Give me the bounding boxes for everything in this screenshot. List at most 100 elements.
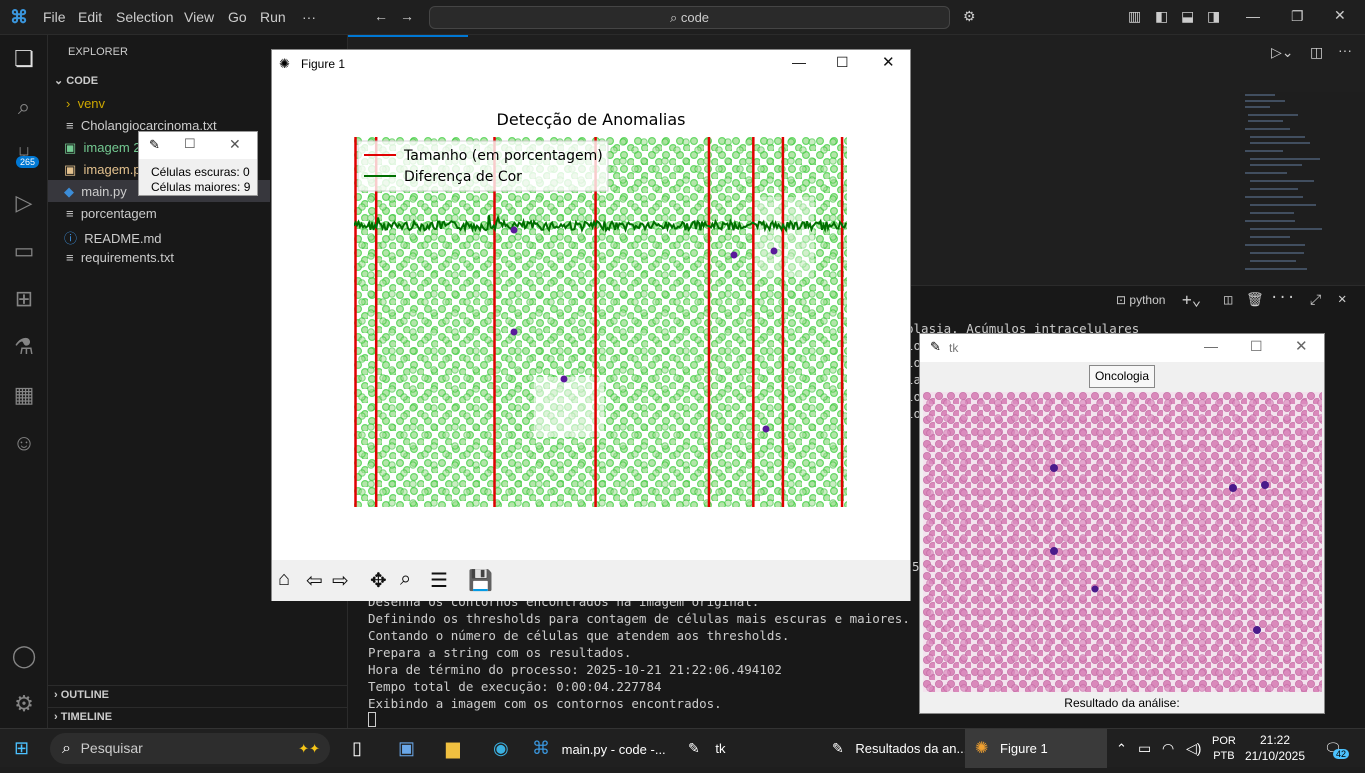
tree-item-imagem-2[interactable]: ▣ imagem 2 — [64, 140, 141, 156]
menu-file[interactable]: File — [43, 9, 66, 25]
dark-cell-marker — [560, 375, 568, 383]
kill-terminal-icon[interactable]: 🗑 — [1246, 292, 1264, 308]
extensions-icon[interactable]: ⊞ — [10, 285, 38, 313]
clock[interactable]: 21:22 21/10/2025 — [1244, 732, 1306, 771]
maximize-icon[interactable]: ☐ — [836, 54, 849, 71]
toggle-sidebar-icon[interactable]: ◧ — [1155, 8, 1168, 25]
containers-icon[interactable]: ▦ — [10, 381, 38, 409]
remote-desktop-icon[interactable]: ▣ — [398, 729, 415, 768]
tree-item-requirements[interactable]: ≡ requirements.txt — [66, 250, 174, 265]
back-arrow-icon[interactable]: ← — [374, 8, 388, 24]
explorer-icon[interactable]: ❏ — [10, 45, 38, 73]
editor-tab[interactable] — [348, 35, 468, 49]
home-icon[interactable]: ⌂ — [278, 568, 290, 591]
oncologia-button[interactable]: Oncologia — [1089, 365, 1155, 388]
testing-icon[interactable]: ⚗ — [10, 333, 38, 361]
dark-cells-label: Células escuras: 0 — [151, 165, 250, 179]
new-terminal-icon[interactable]: +⌄ — [1182, 290, 1201, 309]
maximize-panel-icon[interactable]: ⤢ — [1310, 292, 1321, 308]
close-icon[interactable]: ✕ — [882, 53, 895, 71]
taskbar-app-vscode[interactable]: ⌘ main.py - code -... — [532, 729, 672, 768]
command-center-search[interactable]: ⌕ code — [429, 6, 950, 29]
tree-item-main-py[interactable]: ◆ main.py — [64, 184, 127, 200]
menu-more[interactable]: ··· — [302, 9, 316, 25]
chart-plot-area[interactable]: Tamanho (em porcentagem) Diferença de Co… — [354, 137, 847, 507]
terminal-cursor[interactable] — [368, 712, 376, 727]
tree-item-venv[interactable]: › venv — [66, 96, 105, 111]
edge-icon[interactable]: ◉ — [493, 729, 509, 768]
toggle-panel-icon[interactable]: ⬓ — [1181, 8, 1194, 25]
windows-start-icon[interactable]: ⊞ — [14, 729, 29, 768]
timeline-section[interactable]: › TIMELINE — [54, 711, 112, 723]
toggle-secondary-sidebar-icon[interactable]: ◨ — [1207, 8, 1220, 25]
blank-region — [534, 377, 604, 437]
run-icon[interactable]: ▷⌄ — [1271, 44, 1294, 61]
forward-arrow-icon[interactable]: → — [400, 8, 414, 24]
restore-icon[interactable]: ❐ — [1291, 8, 1304, 25]
split-terminal-icon[interactable]: ◫ — [1224, 292, 1232, 308]
menu-selection[interactable]: Selection — [116, 9, 174, 25]
close-panel-icon[interactable]: ✕ — [1338, 291, 1346, 307]
copilot-icon[interactable]: ⚙ — [963, 8, 976, 25]
chart-title: Detecção de Anomalias — [496, 110, 686, 129]
menu-edit[interactable]: Edit — [78, 9, 102, 25]
larger-cells-label: Células maiores: 9 — [151, 180, 251, 194]
close-icon[interactable]: ✕ — [1334, 7, 1346, 24]
remote-explorer-icon[interactable]: ▭ — [10, 237, 38, 265]
battery-icon[interactable]: ▭ — [1138, 729, 1151, 768]
minimize-icon[interactable]: — — [792, 54, 806, 70]
matplotlib-toolbar: ⌂ ⇦ ⇨ ✥ ⌕ ☰ 💾 — [272, 560, 910, 601]
copilot-chat-icon[interactable]: ☺ — [10, 429, 38, 457]
volume-icon[interactable]: ◁) — [1186, 729, 1201, 768]
zoom-icon[interactable]: ⌕ — [400, 568, 411, 591]
tk-title-bar: ✎ tk — ☐ ✕ — [920, 334, 1324, 362]
search-icon: ⌕ — [669, 10, 681, 25]
settings-gear-icon[interactable]: ⚙ — [10, 690, 38, 718]
forward-icon[interactable]: ⇨ — [332, 568, 349, 593]
taskbar-app-figure[interactable]: ✺ Figure 1 — [965, 729, 1107, 768]
terminal-tab-python[interactable]: ⊡ python — [1116, 293, 1165, 307]
terminal-more-icon[interactable]: ··· — [1270, 290, 1295, 306]
back-icon[interactable]: ⇦ — [306, 568, 323, 593]
taskbar-app-tk[interactable]: ✎ tk — [688, 729, 808, 768]
split-editor-icon[interactable]: ◫ — [1310, 44, 1323, 61]
terminal-line: Hora de término do processo: 2025-10-21 … — [368, 662, 782, 677]
folder-code[interactable]: ⌄ CODE — [54, 74, 98, 87]
tree-item-readme[interactable]: ⓘ README.md — [64, 228, 162, 247]
menu-run[interactable]: Run — [260, 9, 286, 25]
file-explorer-icon[interactable]: ▆ — [446, 729, 460, 768]
run-debug-icon[interactable]: ▷ — [10, 189, 38, 217]
minimize-icon[interactable]: — — [1204, 338, 1218, 354]
dark-cell-marker — [510, 226, 518, 234]
terminal-line: Prepara a string com os resultados. — [368, 645, 632, 660]
wifi-icon[interactable]: ◠ — [1162, 729, 1174, 768]
outline-section[interactable]: › OUTLINE — [54, 689, 109, 701]
minimap[interactable] — [1240, 92, 1365, 282]
account-icon[interactable]: ◯ — [10, 642, 38, 670]
taskbar-app-results[interactable]: ✎ Resultados da an... — [832, 729, 967, 768]
menu-go[interactable]: Go — [228, 9, 247, 25]
tree-item-porcentagem[interactable]: ≡ porcentagem — [66, 206, 157, 221]
dark-cell-marker — [730, 251, 738, 259]
save-icon[interactable]: 💾 — [468, 568, 493, 593]
close-icon[interactable]: ✕ — [1295, 337, 1308, 355]
menu-view[interactable]: View — [184, 9, 214, 25]
maximize-icon[interactable]: ☐ — [184, 136, 196, 152]
minimize-icon[interactable]: — — [1246, 8, 1260, 24]
legend-label-color: Diferença de Cor — [404, 169, 522, 185]
close-icon[interactable]: ✕ — [229, 136, 241, 153]
pan-icon[interactable]: ✥ — [370, 568, 387, 593]
tree-item-imagem[interactable]: ▣ imagem.p — [64, 162, 141, 178]
more-actions-icon[interactable]: ··· — [1338, 42, 1352, 58]
matplotlib-icon: ✺ — [279, 56, 290, 71]
taskbar-search[interactable]: ⌕ Pesquisar ✦✦ — [50, 733, 330, 764]
tk-window: ✎ tk — ☐ ✕ Oncologia Resultado da anális… — [919, 333, 1325, 714]
show-hidden-icons-icon[interactable]: ⌃ — [1116, 729, 1127, 768]
file-icon[interactable]: ▯ — [352, 729, 362, 768]
maximize-icon[interactable]: ☐ — [1250, 338, 1263, 355]
layout-icon[interactable]: ▥ — [1128, 8, 1141, 25]
dark-cell-marker — [762, 425, 770, 433]
language-indicator[interactable]: POR PTB — [1212, 734, 1236, 773]
configure-subplots-icon[interactable]: ☰ — [430, 568, 448, 593]
search-icon[interactable]: ⌕ — [10, 93, 38, 121]
